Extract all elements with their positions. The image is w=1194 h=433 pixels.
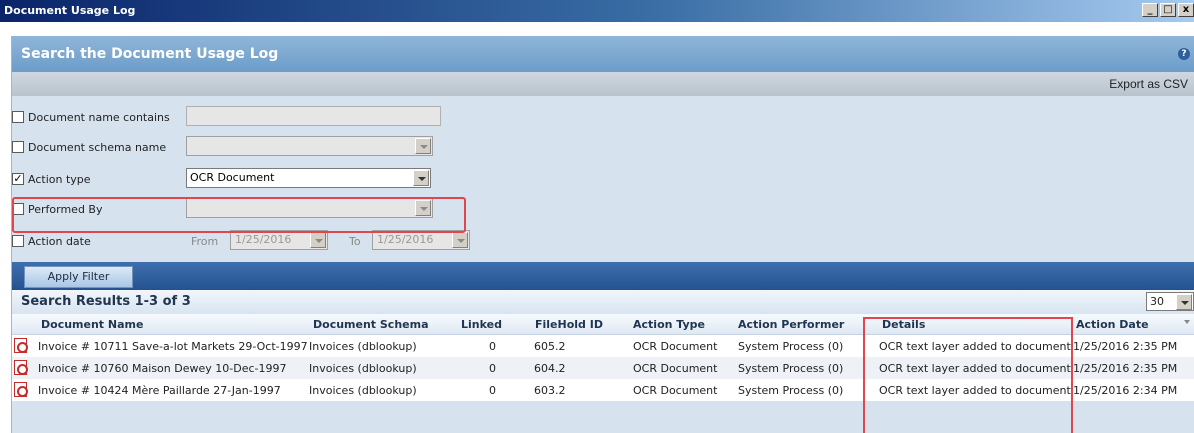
- cell-linked: 0: [489, 384, 496, 397]
- action-type-select[interactable]: OCR Document: [186, 168, 431, 188]
- page-size-value: 30: [1150, 295, 1164, 308]
- action-date-label: Action date: [28, 235, 91, 248]
- column-header[interactable]: Action Type: [633, 318, 705, 331]
- cell-linked: 0: [489, 340, 496, 353]
- results-title: Search Results 1-3 of 3: [21, 294, 191, 309]
- cell-document-schema: Invoices (dblookup): [309, 384, 417, 397]
- filter-row-action-type: ✓ Action type OCR Document: [12, 167, 1194, 193]
- column-header[interactable]: Document Name: [41, 318, 143, 331]
- details-column-highlight-box: [863, 317, 1073, 433]
- cell-filehold-id: 604.2: [534, 362, 566, 375]
- cell-document-name[interactable]: Invoice # 10760 Maison Dewey 10-Dec-1997: [38, 362, 286, 375]
- apply-filter-button[interactable]: Apply Filter: [24, 266, 133, 288]
- window-title: Document Usage Log: [4, 4, 136, 17]
- document-name-input[interactable]: [186, 106, 441, 126]
- cell-document-schema: Invoices (dblookup): [309, 340, 417, 353]
- apply-filter-bar: Apply Filter: [12, 262, 1194, 290]
- column-header[interactable]: FileHold ID: [535, 318, 603, 331]
- export-bar: Export as CSV: [12, 72, 1194, 96]
- results-header: Search Results 1-3 of 3 30: [12, 290, 1194, 314]
- chevron-down-icon[interactable]: [452, 232, 468, 248]
- panel-title: Search the Document Usage Log: [21, 46, 279, 62]
- schema-name-checkbox[interactable]: [12, 141, 24, 153]
- pdf-icon: [14, 338, 28, 353]
- filter-form: Document name contains Document schema n…: [12, 96, 1194, 262]
- page-size-select[interactable]: 30: [1146, 292, 1194, 311]
- column-header[interactable]: Action Date: [1076, 318, 1149, 331]
- panel-header: Search the Document Usage Log ?: [12, 36, 1194, 72]
- column-header[interactable]: Document Schema: [313, 318, 429, 331]
- cell-action-date: 1/25/2016 2:34 PM: [1073, 384, 1178, 397]
- cell-filehold-id: 605.2: [534, 340, 566, 353]
- date-to-label: To: [349, 235, 361, 248]
- chevron-down-icon[interactable]: [413, 170, 429, 186]
- column-header[interactable]: Action Performer: [738, 318, 844, 331]
- cell-document-name[interactable]: Invoice # 10424 Mère Paillarde 27-Jan-19…: [38, 384, 281, 397]
- schema-name-select[interactable]: [186, 136, 433, 156]
- date-to-value: 1/25/2016: [377, 233, 434, 246]
- date-to-input[interactable]: 1/25/2016: [372, 230, 470, 250]
- minimize-button[interactable]: _: [1142, 3, 1158, 17]
- cell-filehold-id: 603.2: [534, 384, 566, 397]
- cell-action-type: OCR Document: [633, 340, 718, 353]
- cell-document-name[interactable]: Invoice # 10711 Save-a-lot Markets 29-Oc…: [38, 340, 308, 353]
- filter-row-schema-name: Document schema name: [12, 135, 1194, 161]
- schema-name-label: Document schema name: [28, 141, 167, 154]
- cell-action-performer: System Process (0): [738, 340, 844, 353]
- window-titlebar: Document Usage Log _ □ x: [0, 0, 1194, 22]
- cell-action-date: 1/25/2016 2:35 PM: [1073, 362, 1178, 375]
- close-button[interactable]: x: [1178, 3, 1194, 17]
- date-from-value: 1/25/2016: [235, 233, 292, 246]
- action-type-label: Action type: [28, 173, 91, 186]
- pdf-icon: [14, 382, 28, 397]
- date-from-label: From: [191, 235, 219, 248]
- sort-icon[interactable]: [1184, 320, 1190, 324]
- cell-linked: 0: [489, 362, 496, 375]
- column-header[interactable]: Linked: [461, 318, 502, 331]
- chevron-down-icon[interactable]: [310, 232, 326, 248]
- cell-action-performer: System Process (0): [738, 362, 844, 375]
- cell-action-type: OCR Document: [633, 384, 718, 397]
- document-name-label: Document name contains: [28, 111, 170, 124]
- date-from-input[interactable]: 1/25/2016: [230, 230, 328, 250]
- maximize-button[interactable]: □: [1160, 3, 1176, 17]
- chevron-down-icon[interactable]: [415, 138, 431, 154]
- export-csv-link[interactable]: Export as CSV: [1109, 77, 1188, 91]
- action-type-highlight-box: [12, 197, 466, 233]
- cell-action-date: 1/25/2016 2:35 PM: [1073, 340, 1178, 353]
- window-controls: _ □ x: [1140, 3, 1194, 17]
- action-type-checkbox[interactable]: ✓: [12, 173, 24, 185]
- cell-action-performer: System Process (0): [738, 384, 844, 397]
- filter-row-document-name: Document name contains: [12, 105, 1194, 131]
- document-name-checkbox[interactable]: [12, 111, 24, 123]
- help-icon[interactable]: ?: [1178, 48, 1190, 60]
- action-type-value: OCR Document: [190, 171, 275, 184]
- chevron-down-icon[interactable]: [1176, 294, 1192, 310]
- cell-action-type: OCR Document: [633, 362, 718, 375]
- cell-document-schema: Invoices (dblookup): [309, 362, 417, 375]
- pdf-icon: [14, 360, 28, 375]
- action-date-checkbox[interactable]: [12, 235, 24, 247]
